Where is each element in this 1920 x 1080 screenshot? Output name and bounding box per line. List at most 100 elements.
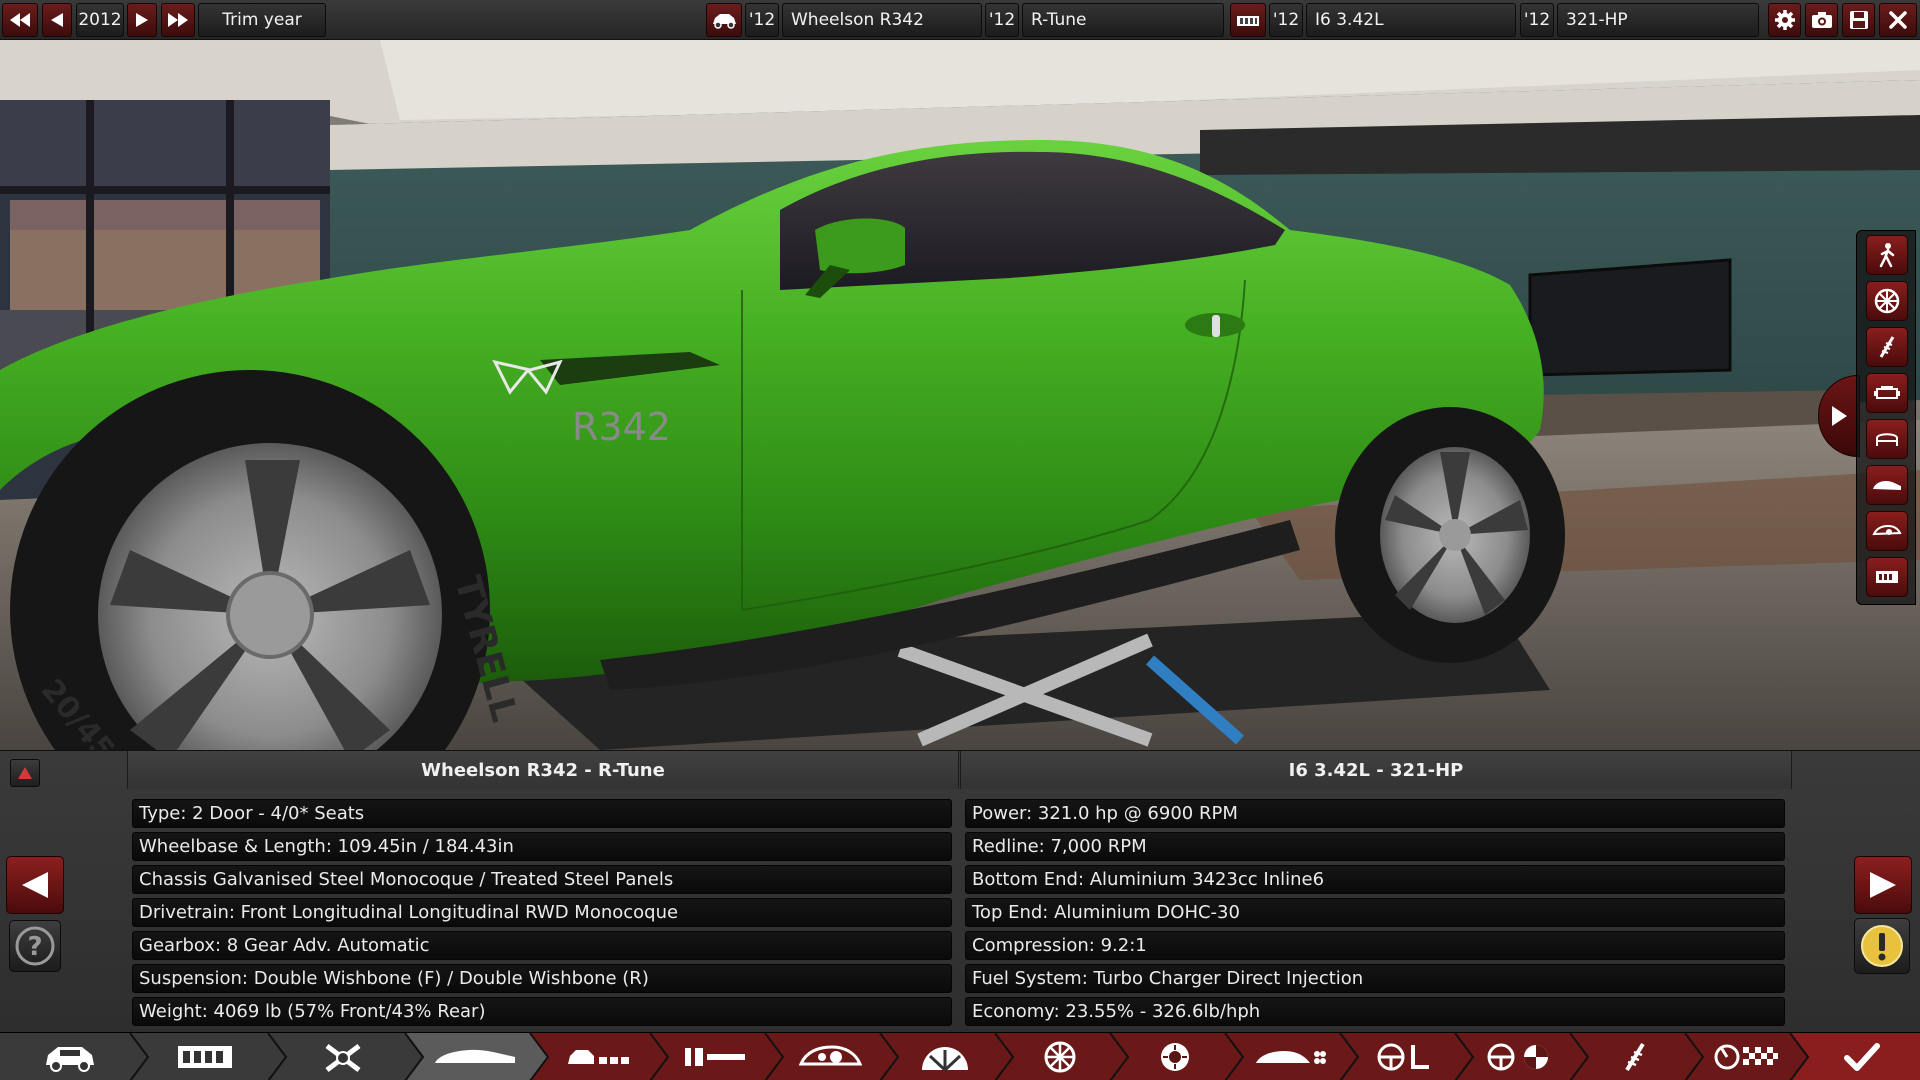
side-btn-body[interactable]: [1866, 465, 1908, 505]
nav-tab-trim[interactable]: [548, 1033, 648, 1080]
camera-icon: [1811, 12, 1832, 28]
side-btn-drivetrain[interactable]: [1866, 511, 1908, 551]
year-last-button[interactable]: [161, 3, 195, 37]
close-icon: [1889, 11, 1907, 29]
car-model-icon: [46, 1047, 94, 1072]
confirm-icon: [1844, 1043, 1880, 1071]
engine-spec-power: Power: 321.0 hp @ 6900 RPM: [965, 799, 1785, 828]
drivetrain-icon: [1872, 524, 1902, 536]
nav-tab-wheels[interactable]: [1010, 1033, 1110, 1080]
wheel-icon: [1874, 288, 1900, 314]
next-button[interactable]: [1854, 856, 1912, 914]
nav-tab-suspension-tuning[interactable]: [1585, 1033, 1685, 1080]
year-display: 2012: [76, 3, 124, 37]
car-spec-chassis: Chassis Galvanised Steel Monocoque / Tre…: [132, 865, 952, 894]
garage-scene: TYRELL 20/45 R342: [0, 40, 1920, 750]
side-btn-interior[interactable]: [1866, 419, 1908, 459]
question-mark-icon: ?: [15, 926, 55, 966]
trim-selector[interactable]: R-Tune: [1022, 3, 1224, 37]
engine-block-icon: [1237, 16, 1259, 26]
trim-icon: [568, 1050, 629, 1064]
suspension-icon: [922, 1047, 968, 1072]
settings-button[interactable]: [1768, 3, 1801, 37]
test-track-icon: [1714, 1044, 1778, 1070]
double-left-arrow-icon: [10, 13, 30, 27]
car-spec-weight: Weight: 4069 lb (57% Front/43% Rear): [132, 997, 952, 1026]
car-viewport[interactable]: TYRELL 20/45 R342: [0, 40, 1920, 750]
nav-tab-interior[interactable]: [1355, 1033, 1455, 1080]
nav-tab-car-model[interactable]: [20, 1033, 120, 1080]
car-model-button[interactable]: [706, 3, 742, 37]
engine-spec-top-end: Top End: Aluminium DOHC-30: [965, 898, 1785, 927]
left-arrow-icon: [51, 13, 63, 27]
nav-tab-engine-family[interactable]: [150, 1033, 260, 1080]
nav-tab-brakes[interactable]: [1125, 1033, 1225, 1080]
nav-tab-body[interactable]: [420, 1033, 530, 1080]
right-arrow-icon: [136, 13, 148, 27]
screenshot-button[interactable]: [1805, 3, 1838, 37]
engine-button[interactable]: [1230, 3, 1266, 37]
gear-icon: [1774, 10, 1795, 30]
nav-tab-fixtures[interactable]: [665, 1033, 765, 1080]
fixtures-icon: [685, 1048, 745, 1066]
engine-spec-redline: Redline: 7,000 RPM: [965, 832, 1785, 861]
body-icon: [1873, 481, 1901, 490]
suspension-icon: [1879, 336, 1895, 358]
previous-button[interactable]: [6, 856, 64, 914]
engine-summary-title: I6 3.42L - 321-HP: [960, 751, 1792, 789]
help-button[interactable]: ?: [9, 920, 61, 972]
nav-tab-confirm[interactable]: [1812, 1033, 1912, 1080]
engine-spec-fuel-system: Fuel System: Turbo Charger Direct Inject…: [965, 964, 1785, 993]
info-panel: Wheelson R342 - R-Tune I6 3.42L - 321-HP…: [0, 750, 1920, 1032]
bottom-nav: [0, 1032, 1920, 1080]
trim-year: '12: [985, 3, 1019, 37]
nav-tab-suspension[interactable]: [895, 1033, 995, 1080]
model-selector[interactable]: Wheelson R342: [782, 3, 982, 37]
nav-tab-aero[interactable]: [1240, 1033, 1340, 1080]
engine-family-selector[interactable]: I6 3.42L: [1306, 3, 1516, 37]
close-button[interactable]: [1879, 3, 1917, 37]
side-btn-gearbox[interactable]: [1866, 557, 1908, 597]
engine-parts-icon: [325, 1044, 361, 1072]
right-arrow-icon: [1832, 406, 1847, 426]
side-btn-engine[interactable]: [1866, 373, 1908, 413]
side-toolbar: [1856, 230, 1916, 605]
engine-variant-selector[interactable]: 321-HP: [1557, 3, 1759, 37]
engine-spec-bottom-end: Bottom End: Aluminium 3423cc Inline6: [965, 865, 1785, 894]
nav-tab-steering[interactable]: [1470, 1033, 1570, 1080]
steering-icon: [1487, 1043, 1548, 1071]
top-bar: 2012 Trim year '12 Wheelson R342 '12 R-T…: [0, 0, 1920, 40]
side-btn-suspension[interactable]: [1866, 327, 1908, 367]
aero-icon: [1256, 1051, 1326, 1064]
body-icon: [435, 1049, 515, 1063]
left-arrow-icon: [22, 872, 48, 898]
shock-absorber-icon: [1625, 1042, 1645, 1072]
interior-icon: [1876, 433, 1898, 446]
right-arrow-icon: [1870, 872, 1896, 898]
year-next-button[interactable]: [127, 3, 157, 37]
save-button[interactable]: [1842, 3, 1875, 37]
year-first-button[interactable]: [2, 3, 38, 37]
nav-tab-engine-parts[interactable]: [288, 1033, 398, 1080]
brakes-icon: [1161, 1043, 1189, 1071]
pedestrian-icon: [1879, 243, 1895, 268]
wheels-icon: [1044, 1041, 1076, 1073]
side-btn-pedestrian[interactable]: [1866, 235, 1908, 275]
drivetrain-icon: [798, 1045, 862, 1066]
engine-family-icon: [178, 1046, 232, 1068]
nav-tab-test-track[interactable]: [1700, 1033, 1792, 1080]
car-spec-drivetrain: Drivetrain: Front Longitudinal Longitudi…: [132, 898, 952, 927]
engine-spec-compression: Compression: 9.2:1: [965, 931, 1785, 960]
side-btn-wheel[interactable]: [1866, 281, 1908, 321]
warning-button[interactable]: [1854, 918, 1910, 974]
double-right-arrow-icon: [168, 13, 188, 27]
panel-collapse-button[interactable]: [10, 759, 40, 787]
year-prev-button[interactable]: [42, 3, 72, 37]
car-icon: [713, 14, 736, 29]
nav-tab-drivetrain[interactable]: [780, 1033, 880, 1080]
car-badge-text: R342: [572, 405, 671, 449]
engine-spec-economy: Economy: 23.55% - 326.6lb/hph: [965, 997, 1785, 1026]
floppy-disk-icon: [1849, 11, 1868, 29]
car-spec-gearbox: Gearbox: 8 Gear Adv. Automatic: [132, 931, 952, 960]
engine-family-year: '12: [1269, 3, 1303, 37]
